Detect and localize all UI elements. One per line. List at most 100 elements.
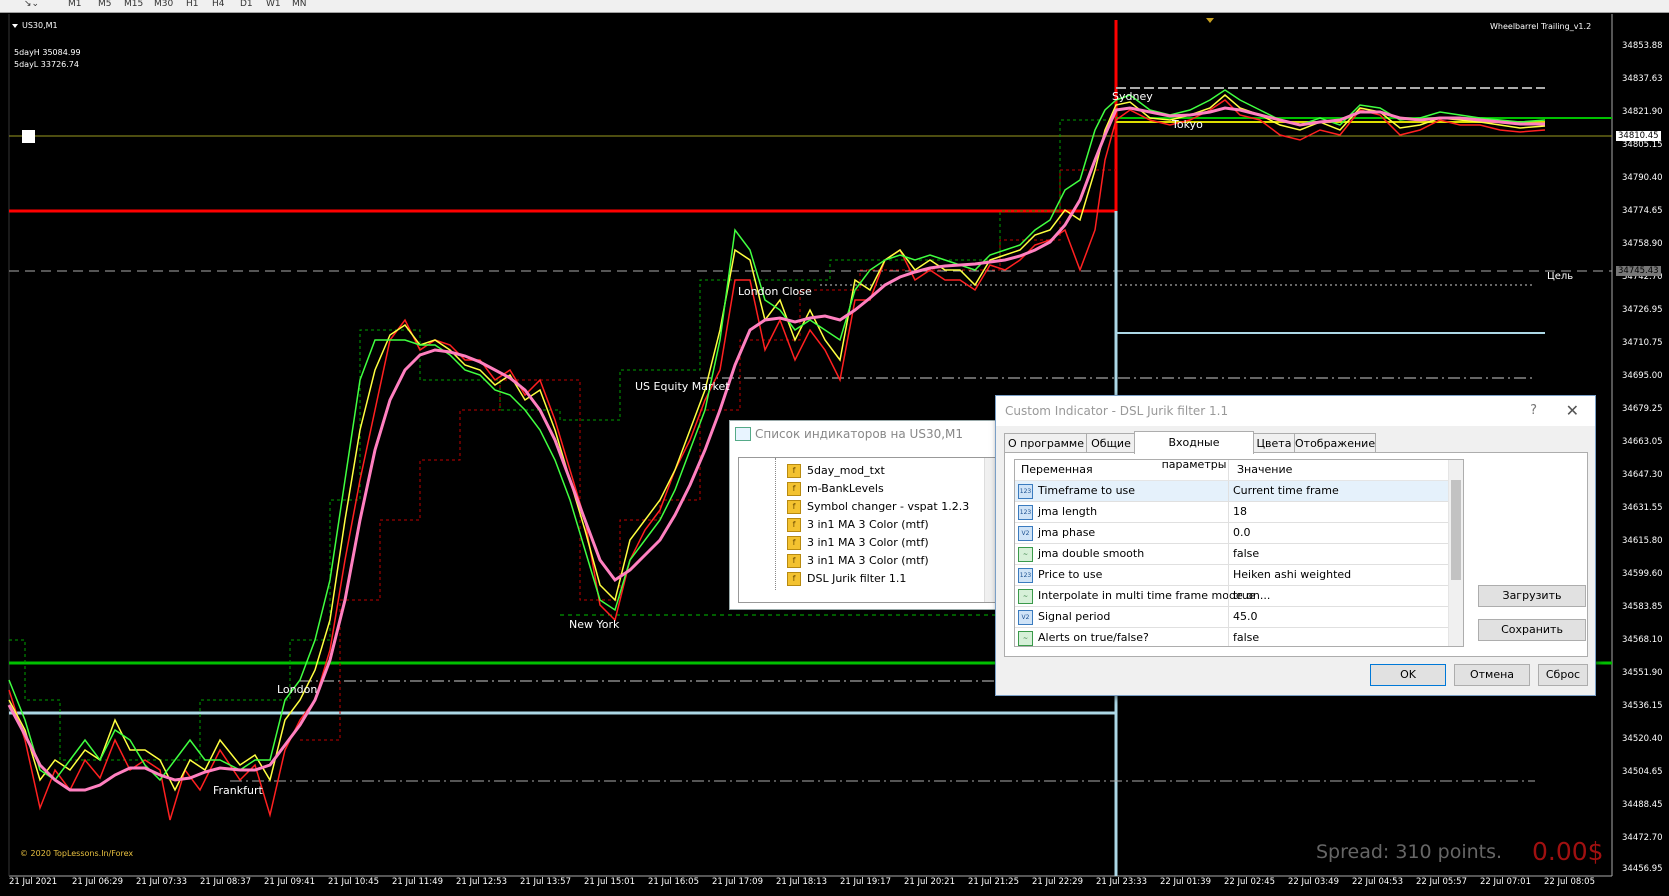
time-label: 21 Jul 09:41: [264, 877, 315, 887]
tab-inputs[interactable]: Входные параметры: [1134, 431, 1254, 471]
table-row[interactable]: ~ Alerts on true/false? false: [1015, 628, 1450, 646]
price-label: 34837.63: [1622, 74, 1663, 84]
session-tokyo: Tokyo: [1172, 118, 1203, 131]
table-row[interactable]: ~ Interpolate in multi time frame mode o…: [1015, 586, 1450, 607]
session-new-york: New York: [569, 618, 620, 631]
time-label: 21 Jul 16:05: [648, 877, 699, 887]
session-london-close: London Close: [738, 285, 812, 298]
spread-info: Spread: 310 points.: [1316, 841, 1503, 863]
time-label: 22 Jul 05:57: [1416, 877, 1467, 887]
tab-visualization[interactable]: Отображение: [1294, 433, 1376, 453]
time-label: 21 Jul 11:49: [392, 877, 443, 887]
ok-button[interactable]: OK: [1370, 664, 1446, 686]
indicator-list-title[interactable]: Список индикаторов на US30,M1: [730, 421, 998, 447]
close-icon[interactable]: ✕: [1566, 396, 1579, 426]
five-day-high: 5dayH 35084.99: [14, 48, 81, 57]
indicator-list-window[interactable]: Список индикаторов на US30,M1 f 5day_mod_…: [729, 420, 999, 610]
function-icon: f: [787, 554, 801, 568]
time-label: 21 Jul 2021: [9, 877, 58, 887]
indicator-name: Wheelbarrel Trailing_v1.2: [1490, 22, 1592, 31]
time-label: 21 Jul 17:09: [712, 877, 763, 887]
dialog-titlebar[interactable]: Custom Indicator - DSL Jurik filter 1.1 …: [996, 396, 1595, 426]
price-label: 34520.40: [1622, 734, 1663, 744]
function-icon: f: [787, 464, 801, 478]
price-label: 34790.40: [1622, 173, 1663, 183]
price-label: 34821.90: [1622, 107, 1663, 117]
parameters-table[interactable]: Переменная Значение 123 Timeframe to use…: [1014, 459, 1464, 647]
load-button[interactable]: Загрузить: [1478, 585, 1586, 607]
inputs-tab-panel: Переменная Значение 123 Timeframe to use…: [1004, 452, 1588, 657]
time-label: 21 Jul 06:29: [72, 877, 123, 887]
double-icon: V2: [1018, 526, 1033, 541]
five-day-low: 5dayL 33726.74: [14, 60, 79, 69]
session-sydney: Sydney: [1112, 90, 1153, 103]
indicator-item[interactable]: f3 in1 MA 3 Color (mtf): [787, 534, 929, 551]
scrollbar-thumb[interactable]: [1451, 480, 1461, 580]
table-row[interactable]: V2 jma phase 0.0: [1015, 523, 1450, 544]
time-label: 21 Jul 19:17: [840, 877, 891, 887]
boolean-icon: ~: [1018, 547, 1033, 562]
time-label: 21 Jul 20:21: [904, 877, 955, 887]
help-icon[interactable]: ?: [1530, 396, 1537, 426]
price-label: 34695.00: [1622, 371, 1663, 381]
integer-icon: 123: [1018, 484, 1033, 499]
session-frankfurt: Frankfurt: [213, 784, 263, 797]
price-label: 34536.15: [1622, 701, 1663, 711]
parameters-scrollbar[interactable]: [1448, 460, 1463, 646]
indicator-item[interactable]: f m-BankLevels: [787, 480, 884, 497]
indicator-item-selected[interactable]: f DSL Jurik filter 1.1: [787, 570, 906, 587]
time-label: 21 Jul 23:33: [1096, 877, 1147, 887]
time-label: 22 Jul 01:39: [1160, 877, 1211, 887]
table-row[interactable]: ~ jma double smooth false: [1015, 544, 1450, 565]
price-label: 34758.90: [1622, 239, 1663, 249]
price-label: 34710.75: [1622, 338, 1663, 348]
table-header: Переменная Значение: [1015, 460, 1450, 481]
integer-icon: 123: [1018, 505, 1033, 520]
time-label: 22 Jul 02:45: [1224, 877, 1275, 887]
indicator-item[interactable]: f 5day_mod_txt: [787, 462, 885, 479]
symbol-label: US30,M1: [22, 21, 58, 30]
price-label: 34504.65: [1622, 767, 1663, 777]
function-icon: f: [787, 518, 801, 532]
chart-marker: [22, 130, 35, 143]
profit-info: 0.00$: [1532, 837, 1604, 866]
col-variable: Переменная: [1021, 463, 1093, 476]
target-label: Цель: [1547, 271, 1574, 282]
table-row[interactable]: 123 Price to use Heiken ashi weighted: [1015, 565, 1450, 586]
price-label: 34853.88: [1622, 41, 1663, 51]
time-label: 22 Jul 07:01: [1480, 877, 1531, 887]
window-icon: [735, 427, 751, 441]
function-icon: f: [787, 500, 801, 514]
time-label: 21 Jul 21:25: [968, 877, 1019, 887]
price-label: 34647.30: [1622, 470, 1663, 480]
session-us-equity: US Equity Market: [635, 380, 730, 393]
indicator-tree[interactable]: f 5day_mod_txt f m-BankLevels f Symbol chan…: [738, 457, 998, 603]
function-icon: f: [787, 572, 801, 586]
save-button[interactable]: Сохранить: [1478, 619, 1586, 641]
function-icon: f: [787, 536, 801, 550]
tab-common[interactable]: Общие: [1086, 433, 1136, 453]
time-label: 21 Jul 18:13: [776, 877, 827, 887]
price-label: 34615.80: [1622, 536, 1663, 546]
tab-about[interactable]: О программе: [1004, 433, 1088, 453]
indicator-item[interactable]: f Symbol changer - vspat 1.2.3: [787, 498, 969, 515]
tab-colors[interactable]: Цвета: [1252, 433, 1296, 453]
indicator-item[interactable]: f3 in1 MA 3 Color (mtf): [787, 552, 929, 569]
custom-indicator-dialog[interactable]: Custom Indicator - DSL Jurik filter 1.1 …: [995, 395, 1596, 696]
time-label: 22 Jul 03:49: [1288, 877, 1339, 887]
tree-connector: [775, 458, 777, 590]
reset-button[interactable]: Сброс: [1538, 664, 1588, 686]
price-label: 34456.95: [1622, 864, 1663, 874]
session-london: London: [277, 683, 318, 696]
table-row[interactable]: 123 Timeframe to use Current time frame: [1015, 481, 1450, 502]
table-row[interactable]: 123 jma length 18: [1015, 502, 1450, 523]
double-icon: V2: [1018, 610, 1033, 625]
price-label: 34472.70: [1622, 833, 1663, 843]
function-icon: f: [787, 482, 801, 496]
cancel-button[interactable]: Отмена: [1454, 664, 1530, 686]
copyright: © 2020 TopLessons.In/Forex: [20, 849, 134, 858]
col-value: Значение: [1237, 463, 1293, 476]
time-label: 22 Jul 04:53: [1352, 877, 1403, 887]
table-row[interactable]: V2 Signal period 45.0: [1015, 607, 1450, 628]
indicator-item[interactable]: f3 in1 MA 3 Color (mtf): [787, 516, 929, 533]
